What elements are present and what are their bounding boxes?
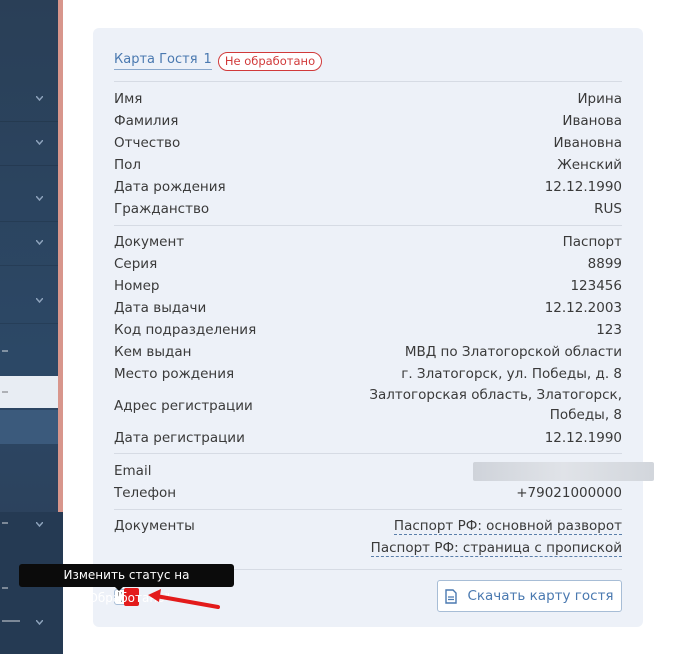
row-label: Дата рождения <box>114 179 226 195</box>
card-number: 1 <box>203 52 212 67</box>
card-header: Карта Гостя 1 Не обработано <box>114 50 323 72</box>
info-row-citizenship: Гражданство RUS <box>114 198 622 220</box>
info-row-phone: Телефон +79021000000 <box>114 482 622 504</box>
sidebar-marker <box>2 522 8 524</box>
row-label: Кем выдан <box>114 344 192 360</box>
info-row-registration-address: Адрес регистрации Залтогорская область, … <box>114 385 622 427</box>
red-arrow-annotation <box>144 589 220 613</box>
row-value: г. Златогорск, ул. Победы, д. 8 <box>401 366 622 382</box>
row-label: Дата регистрации <box>114 430 245 446</box>
info-row-issue-date: Дата выдачи 12.12.2003 <box>114 297 622 319</box>
info-row-department-code: Код подразделения 123 <box>114 319 622 341</box>
row-label: Email <box>114 463 152 479</box>
row-value: +79021000000 <box>516 485 622 501</box>
row-label: Код подразделения <box>114 322 257 338</box>
document-link-registration[interactable]: Паспорт РФ: страница с пропиской <box>370 537 622 559</box>
row-label: Пол <box>114 157 142 173</box>
row-value: Иванова <box>562 113 622 129</box>
chevron-down-icon <box>36 96 43 101</box>
info-row-last-name: Фамилия Иванова <box>114 110 622 132</box>
row-label: Документ <box>114 234 185 250</box>
info-row-birth-place: Место рождения г. Златогорск, ул. Победы… <box>114 363 622 385</box>
chevron-down-icon <box>36 522 43 527</box>
sidebar-marker <box>2 391 8 393</box>
row-value: Ирина <box>577 91 622 107</box>
info-row-gender: Пол Женский <box>114 154 622 176</box>
download-label: Скачать карту гостя <box>467 588 614 604</box>
info-row-patronymic: Отчество Ивановна <box>114 132 622 154</box>
info-row-issued-by: Кем выдан МВД по Златогорской области <box>114 341 622 363</box>
row-label: Серия <box>114 256 158 272</box>
divider <box>114 453 622 454</box>
info-row-registration-date: Дата регистрации 12.12.1990 <box>114 427 622 449</box>
info-row-document-type: Документ Паспорт <box>114 231 622 253</box>
chevron-down-icon <box>36 240 43 245</box>
sidebar-item[interactable] <box>0 78 63 122</box>
info-row-number: Номер 123456 <box>114 275 622 297</box>
sidebar <box>0 0 63 654</box>
row-value: 123 <box>596 322 622 338</box>
divider <box>114 225 622 226</box>
sidebar-item[interactable] <box>0 222 63 266</box>
row-label: Отчество <box>114 135 181 151</box>
document-link-main[interactable]: Паспорт РФ: основной разворот <box>393 515 622 537</box>
sidebar-accent-bar <box>58 0 63 512</box>
sidebar-marker <box>2 587 8 589</box>
row-label: Дата выдачи <box>114 300 207 316</box>
row-value: RUS <box>594 201 622 217</box>
sidebar-item[interactable] <box>0 280 63 324</box>
row-label: Адрес регистрации <box>114 398 253 414</box>
card-title: Карта Гостя <box>114 52 198 67</box>
info-row-documents: Документы Паспорт РФ: основной разворот <box>114 515 622 537</box>
sidebar-item-selected[interactable] <box>0 410 58 444</box>
chevron-down-icon <box>36 196 43 201</box>
row-label: Номер <box>114 278 160 294</box>
row-value: Залтогорская область, Златогорск, Победы… <box>369 387 622 423</box>
row-value: Паспорт <box>562 234 622 250</box>
sidebar-marker <box>2 620 20 622</box>
row-value: 12.12.1990 <box>544 179 622 195</box>
row-label: Имя <box>114 91 143 107</box>
row-value: Ивановна <box>553 135 622 151</box>
guest-card: Карта Гостя 1 Не обработано Имя Ирина Фам… <box>93 28 654 627</box>
sidebar-marker <box>2 350 8 352</box>
row-label: Телефон <box>114 485 177 501</box>
info-row-birth-date: Дата рождения 12.12.1990 <box>114 176 622 198</box>
chevron-down-icon <box>36 298 43 303</box>
chevron-down-icon <box>36 140 43 145</box>
divider <box>114 81 622 82</box>
row-label: Гражданство <box>114 201 210 217</box>
card-title-link[interactable]: Карта Гостя 1 <box>114 52 212 70</box>
status-badge: Не обработано <box>217 51 323 71</box>
row-value: Женский <box>557 157 622 173</box>
sidebar-item[interactable] <box>0 122 63 166</box>
row-label: Фамилия <box>114 113 179 129</box>
row-value: МВД по Златогорской области <box>404 344 622 360</box>
divider <box>114 509 622 510</box>
redacted-email <box>473 462 654 481</box>
tooltip-tail <box>114 586 124 591</box>
info-row-email: Email <box>114 460 654 482</box>
row-value: 12.12.1990 <box>544 430 622 446</box>
document-icon <box>445 588 458 604</box>
row-label: Документы <box>114 518 195 534</box>
sidebar-item-active[interactable] <box>0 376 58 408</box>
row-value: 12.12.2003 <box>544 300 622 316</box>
row-label: Место рождения <box>114 366 235 382</box>
row-value: 8899 <box>587 256 622 272</box>
download-card-button[interactable]: Скачать карту гостя <box>437 580 622 612</box>
chevron-down-icon <box>36 620 43 625</box>
row-value: 123456 <box>570 278 622 294</box>
info-row-first-name: Имя Ирина <box>114 88 622 110</box>
info-row-series: Серия 8899 <box>114 253 622 275</box>
sidebar-item[interactable] <box>0 178 63 222</box>
info-row-documents-2: Паспорт РФ: страница с пропиской <box>114 537 622 559</box>
tooltip: Изменить статус на "Обработано" <box>19 564 234 605</box>
